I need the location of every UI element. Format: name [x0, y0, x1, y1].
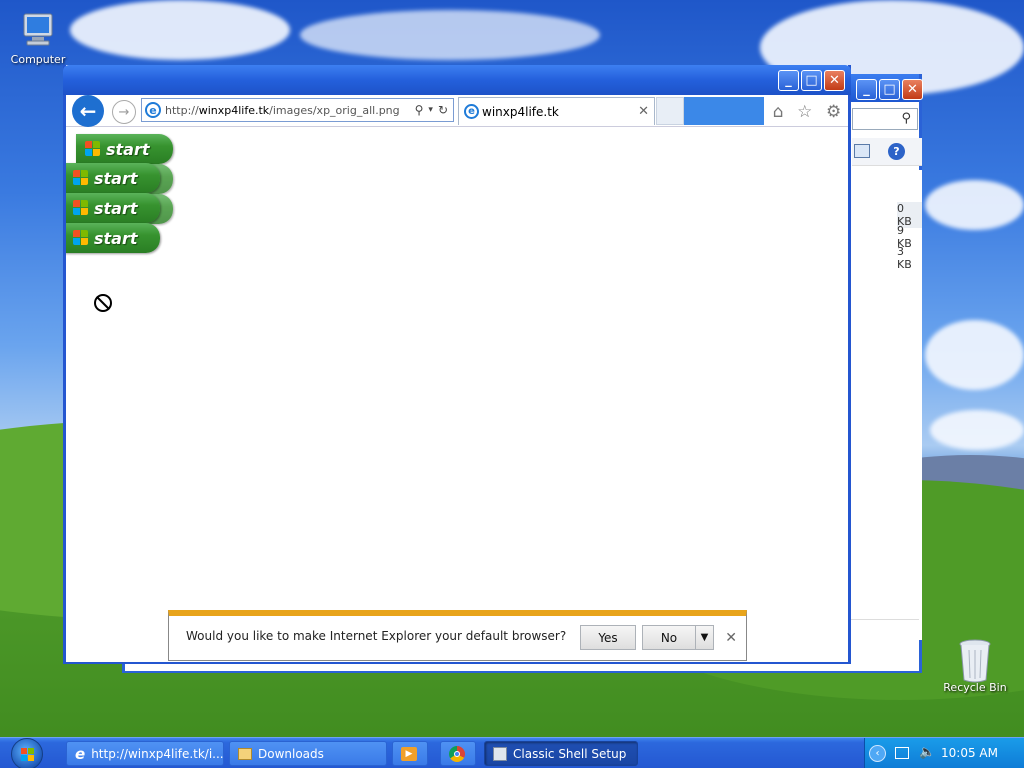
ie-titlebar[interactable]	[63, 65, 851, 95]
desktop-icon-recycle-bin[interactable]: Recycle Bin	[938, 638, 1012, 694]
taskbar-item-label: http://winxp4life.tk/i...	[91, 746, 224, 761]
tab-strip	[684, 97, 764, 125]
address-bar[interactable]: e http://winxp4life.tk/images/xp_orig_al…	[141, 98, 454, 122]
start-button-image: start	[76, 134, 173, 164]
media-player-icon: ▶	[401, 746, 417, 761]
ie-favicon-icon: e	[464, 104, 479, 119]
start-button-image: start	[66, 193, 160, 223]
desktop-icon-label: Computer	[10, 53, 66, 66]
home-icon[interactable]: ⌂	[773, 102, 784, 122]
forward-arrow-icon: →	[118, 104, 130, 120]
windows-flag-icon	[73, 170, 89, 186]
file-size: 3 KB	[897, 245, 912, 271]
favorites-star-icon[interactable]: ☆	[797, 102, 812, 122]
taskbar-item-downloads[interactable]: Downloads	[229, 741, 387, 766]
no-button[interactable]: No	[642, 625, 696, 650]
windows-flag-icon	[73, 200, 89, 216]
taskbar-item-label: Downloads	[258, 746, 324, 761]
taskbar-item-classic-shell-setup[interactable]: Classic Shell Setup	[484, 741, 638, 766]
page-content: start start start start	[66, 127, 848, 662]
refresh-icon[interactable]: ↻	[438, 103, 448, 117]
help-icon[interactable]: ?	[888, 143, 905, 160]
ie-minimize-button[interactable]: _	[778, 70, 799, 91]
downloads-close-button[interactable]: ✕	[902, 79, 923, 100]
ie-logo-icon: e	[145, 102, 161, 118]
windows-flag-icon	[73, 230, 89, 246]
taskbar-item-label: Classic Shell Setup	[513, 746, 627, 761]
start-orb-icon	[11, 738, 43, 768]
chevron-down-icon: ▼	[700, 632, 709, 643]
start-button-image: start	[66, 223, 160, 253]
start-orb-button[interactable]	[7, 738, 47, 768]
downloads-file-list: 0 KB 9 KB 3 KB	[852, 170, 922, 640]
downloads-minimize-button[interactable]: _	[856, 79, 877, 100]
tab-winxp4life[interactable]: e winxp4life.tk ✕	[458, 97, 655, 125]
settings-gear-icon[interactable]: ⚙	[826, 102, 841, 122]
downloads-search-box[interactable]: ⚲	[852, 108, 918, 130]
windows-flag-icon	[85, 141, 101, 157]
taskbar-item-media-player[interactable]: ▶	[392, 741, 428, 766]
back-button[interactable]: ←	[72, 95, 104, 127]
back-arrow-icon: ←	[79, 99, 97, 123]
not-allowed-cursor-icon	[94, 294, 112, 312]
yes-button[interactable]: Yes	[580, 625, 636, 650]
downloads-maximize-button[interactable]: □	[879, 79, 900, 100]
taskbar-item-ie[interactable]: e http://winxp4life.tk/i...	[66, 741, 224, 766]
tab-label: winxp4life.tk	[482, 104, 559, 119]
search-icon: ⚲	[901, 111, 911, 126]
ie-navigation-bar: ← → e http://winxp4life.tk/images/xp_ori…	[66, 95, 848, 127]
ie-window[interactable]: _ □ ✕ ← → e http://winxp4life.tk/images/…	[63, 65, 851, 664]
notification-close-icon[interactable]: ✕	[725, 630, 737, 646]
no-options-dropdown[interactable]: ▼	[695, 625, 714, 650]
ie-close-button[interactable]: ✕	[824, 70, 845, 91]
taskbar-item-chrome[interactable]	[440, 741, 476, 766]
downloads-toolbar: ?	[852, 138, 922, 166]
start-button-image: start	[66, 163, 160, 193]
show-hidden-icons-icon[interactable]: ‹	[869, 745, 886, 762]
chrome-icon	[449, 745, 465, 762]
notification-message: Would you like to make Internet Explorer…	[186, 629, 567, 643]
volume-muted-icon[interactable]: 🔈	[919, 745, 935, 760]
new-tab-button[interactable]	[656, 97, 684, 125]
address-url[interactable]: http://winxp4life.tk/images/xp_orig_all.…	[165, 104, 415, 117]
ie-logo-icon: e	[75, 744, 86, 763]
network-icon[interactable]	[895, 747, 909, 759]
clock[interactable]: 10:05 AM	[941, 746, 998, 760]
forward-button[interactable]: →	[112, 100, 136, 124]
installer-icon	[493, 746, 507, 761]
folder-icon	[238, 747, 252, 760]
pane-icon[interactable]	[854, 144, 870, 158]
desktop-icon-computer[interactable]: Computer	[1, 10, 75, 66]
computer-icon	[18, 10, 58, 50]
ie-toolbar-icons: ⌂ ☆ ⚙	[766, 99, 848, 125]
ie-maximize-button[interactable]: □	[801, 70, 822, 91]
default-browser-notification: Would you like to make Internet Explorer…	[168, 610, 747, 661]
system-tray: ‹ 🔈 10:05 AM	[864, 738, 1024, 768]
dropdown-icon[interactable]: ▾	[428, 105, 433, 115]
recycle-bin-icon	[955, 638, 995, 683]
taskbar: e http://winxp4life.tk/i... Downloads ▶ …	[0, 737, 1024, 768]
search-icon[interactable]: ⚲	[415, 103, 424, 117]
tab-close-icon[interactable]: ✕	[638, 104, 649, 119]
